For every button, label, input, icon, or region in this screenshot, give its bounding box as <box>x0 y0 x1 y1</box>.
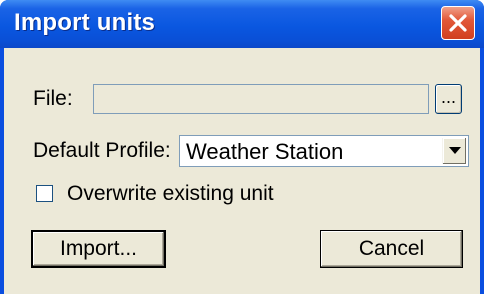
window-title: Import units <box>14 9 156 36</box>
cancel-button[interactable]: Cancel <box>320 230 463 268</box>
close-button[interactable] <box>441 6 475 40</box>
default-profile-value: Weather Station <box>186 139 344 164</box>
browse-button[interactable]: ... <box>435 84 462 114</box>
dropdown-button[interactable] <box>442 138 466 164</box>
overwrite-checkbox[interactable] <box>36 185 53 202</box>
import-button[interactable]: Import... <box>31 230 166 268</box>
file-path-input[interactable] <box>93 84 429 114</box>
import-units-dialog: Import units File: ... Default Profile: … <box>0 0 484 294</box>
default-profile-select[interactable]: Weather Station <box>179 135 469 167</box>
close-icon <box>449 14 467 32</box>
chevron-down-icon <box>449 147 461 154</box>
default-profile-label: Default Profile: <box>33 139 171 162</box>
file-label: File: <box>33 87 73 110</box>
title-bar[interactable]: Import units <box>0 0 484 48</box>
dialog-body: File: ... Default Profile: Weather Stati… <box>4 48 480 294</box>
overwrite-label[interactable]: Overwrite existing unit <box>67 182 274 206</box>
